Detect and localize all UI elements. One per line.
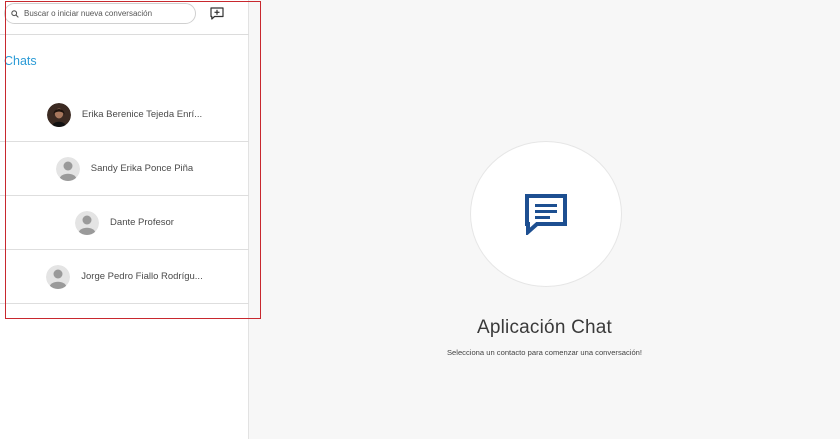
app-title: Aplicación Chat (476, 317, 613, 338)
new-chat-button[interactable] (209, 5, 225, 21)
contact-name: Dante Profesor (110, 217, 174, 228)
avatar (46, 102, 71, 127)
chat-bubble-icon (525, 194, 567, 235)
app-subtitle: Selecciona un contacto para comenzar una… (446, 348, 643, 357)
contact-name: Jorge Pedro Fiallo Rodrígu... (81, 271, 203, 282)
contact-item[interactable]: Jorge Pedro Fiallo Rodrígu... (0, 250, 249, 304)
contact-item[interactable]: Dante Profesor (0, 196, 249, 250)
main-panel: Aplicación Chat Selecciona un contacto p… (249, 0, 840, 439)
sidebar-topbar (0, 0, 249, 35)
user-icon (55, 156, 80, 181)
contact-item[interactable]: Erika Berenice Tejeda Enrí... (0, 88, 249, 142)
contact-name: Erika Berenice Tejeda Enrí... (81, 109, 203, 120)
contact-item[interactable]: Sandy Erika Ponce Piña (0, 142, 249, 196)
contact-name: Sandy Erika Ponce Piña (90, 163, 194, 174)
search-icon (11, 9, 19, 18)
sidebar: Chats Erika Berenice Tejeda Enrí... Sand… (0, 0, 249, 439)
chat-icon-circle (470, 141, 622, 287)
new-chat-icon (210, 6, 224, 20)
search-input[interactable] (24, 9, 184, 18)
user-icon (46, 264, 71, 289)
chats-heading: Chats (4, 54, 37, 68)
search-box[interactable] (4, 3, 196, 24)
user-icon (75, 210, 100, 235)
